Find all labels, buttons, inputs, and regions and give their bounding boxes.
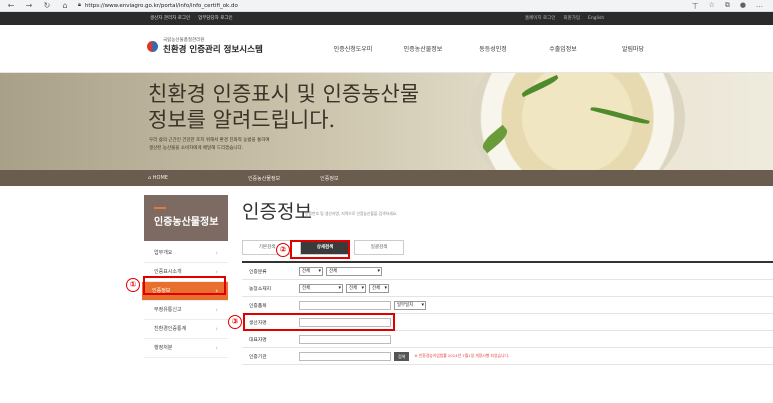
label-representative: 대표자명 (249, 337, 267, 343)
side-item-overview[interactable]: 업무개요 (144, 244, 228, 263)
breadcrumb-current[interactable]: 인증정보 (320, 175, 338, 182)
collections-icon[interactable]: ⧉ (725, 1, 730, 11)
agency-input[interactable] (299, 351, 391, 361)
back-icon[interactable]: ← (6, 1, 16, 11)
side-item-stats[interactable]: 친환경인증통계 (144, 320, 228, 339)
category-select-1[interactable]: 전체 (299, 266, 323, 276)
page-subtitle: 인증번호 및 생산자명, 지역으로 인증농산물을 검색하세요. (305, 211, 398, 216)
hero-heading-line1: 친환경 인증표시 및 인증농산물 (148, 82, 420, 106)
label-category: 인증분류 (249, 269, 267, 275)
annotation-badge-2: ② (276, 243, 290, 257)
reader-icon[interactable]: ㄒ (692, 1, 699, 11)
category-select-2[interactable]: 전체 (326, 266, 382, 276)
label-agency: 인증기관 (249, 354, 267, 360)
site-title: 친환경 인증관리 정보시스템 (163, 45, 263, 55)
page-title: 인증정보 (242, 201, 312, 223)
row-agency: 인증기관 검색 ※ 친환경농어업법률 2014년 7월1일 개정시행 되었습니다… (242, 348, 773, 365)
highlight-box-2 (290, 240, 350, 259)
nav-cert-products[interactable]: 인증농산물정보 (388, 44, 458, 53)
lock-icon: 🔒︎ (78, 2, 81, 8)
row-location: 농장소재지 전체 전체 전체 (242, 280, 773, 297)
item-input[interactable] (299, 300, 391, 310)
side-item-report[interactable]: 부정유통신고 (144, 301, 228, 320)
breadcrumb: ⌂ HOME 인증농산물정보 인증정보 (0, 170, 773, 186)
hero-heading-line2: 정보를 알려드립니다. (148, 108, 336, 132)
profile-icon[interactable]: ● (740, 1, 746, 11)
favorite-icon[interactable]: ☆ (709, 1, 715, 11)
hero-heading: 친환경 인증표시 및 인증농산물 정보를 알려드립니다. (148, 81, 419, 133)
home-icon[interactable]: ⌂ (60, 1, 70, 11)
location-select-3[interactable]: 전체 (369, 283, 389, 293)
breadcrumb-cat[interactable]: 인증농산물정보 (248, 175, 280, 182)
breadcrumb-home-label: HOME (152, 175, 168, 181)
main-nav: 인증신청도우미 인증농산물정보 동등성인정 수출입정보 알림마당 (318, 44, 668, 53)
row-item: 인증품목 일부일치 (242, 297, 773, 314)
row-representative: 대표자명 (242, 331, 773, 348)
login-link[interactable]: 홈페이지 로그인 (525, 12, 555, 25)
tab-batch-search[interactable]: 일괄검색 (354, 240, 404, 255)
url-text: https://www.enviagro.go.kr/portal/info/i… (84, 2, 238, 9)
agency-search-button[interactable]: 검색 (394, 351, 410, 361)
site-header: 국립농산물품질관리원 친환경 인증관리 정보시스템 인증신청도우미 인증농산물정… (0, 25, 773, 73)
annotation-badge-1: ① (126, 278, 140, 292)
hero-desc-line2: 생산된 농산물을 소비자에게 배달해 드리겠습니다. (149, 146, 244, 151)
highlight-box-3 (243, 313, 395, 331)
more-icon[interactable]: … (756, 1, 763, 11)
english-link[interactable]: English (588, 12, 604, 25)
noodle-bowl-image (470, 73, 685, 170)
breadcrumb-home[interactable]: ⌂ HOME (148, 175, 208, 181)
taegeuk-logo-icon (146, 39, 159, 53)
side-menu: 업무개요 인증표시소개 인증정보 부정유통신고 친환경인증통계 행정처분 (142, 244, 228, 358)
law-note: ※ 친환경농어업법률 2014년 7월1일 개정시행 되었습니다. (414, 353, 510, 358)
label-item: 인증품목 (249, 303, 267, 309)
label-location: 농장소재지 (249, 286, 272, 292)
producer-login-link[interactable]: 생산자 관리자 로그인 (150, 12, 190, 25)
row-category: 인증분류 전체 전체 (242, 263, 773, 280)
highlight-box-1 (143, 276, 226, 295)
location-select-1[interactable]: 전체 (299, 283, 343, 293)
representative-input[interactable] (299, 334, 391, 344)
utility-bar: 생산자 관리자 로그인 업무담당자 로그인 홈페이지 로그인 회원가입 Engl… (0, 12, 773, 25)
side-title: 인증농산물정보 (144, 195, 228, 241)
nav-import-export[interactable]: 수출입정보 (528, 44, 598, 53)
reload-icon[interactable]: ↻ (42, 1, 52, 11)
browser-bar: ← → ↻ ⌂ 🔒︎ https://www.enviagro.go.kr/po… (0, 0, 773, 12)
hero-description: 우리 삶의 근간인 건강한 토지 위해서 환경 친화적 농법을 통하여 생산된 … (149, 137, 270, 153)
nav-equivalence[interactable]: 동등성인정 (458, 44, 528, 53)
hero-banner: 친환경 인증표시 및 인증농산물 정보를 알려드립니다. 우리 삶의 근간인 건… (0, 73, 773, 170)
nav-notice[interactable]: 알림마당 (598, 44, 668, 53)
annotation-badge-3: ③ (228, 315, 242, 329)
forward-icon[interactable]: → (24, 1, 34, 11)
site-logo[interactable]: 국립농산물품질관리원 친환경 인증관리 정보시스템 (146, 37, 263, 55)
nav-cert-helper[interactable]: 인증신청도우미 (318, 44, 388, 53)
address-bar[interactable]: 🔒︎ https://www.enviagro.go.kr/portal/inf… (78, 2, 238, 9)
match-select[interactable]: 일부일치 (394, 300, 426, 310)
hero-desc-line1: 우리 삶의 근간인 건강한 토지 위해서 환경 친화적 농법을 통하여 (149, 138, 270, 143)
location-select-2[interactable]: 전체 (346, 283, 366, 293)
join-link[interactable]: 회원가입 (563, 12, 580, 25)
staff-login-link[interactable]: 업무담당자 로그인 (198, 12, 233, 25)
side-item-sanctions[interactable]: 행정처분 (144, 339, 228, 358)
